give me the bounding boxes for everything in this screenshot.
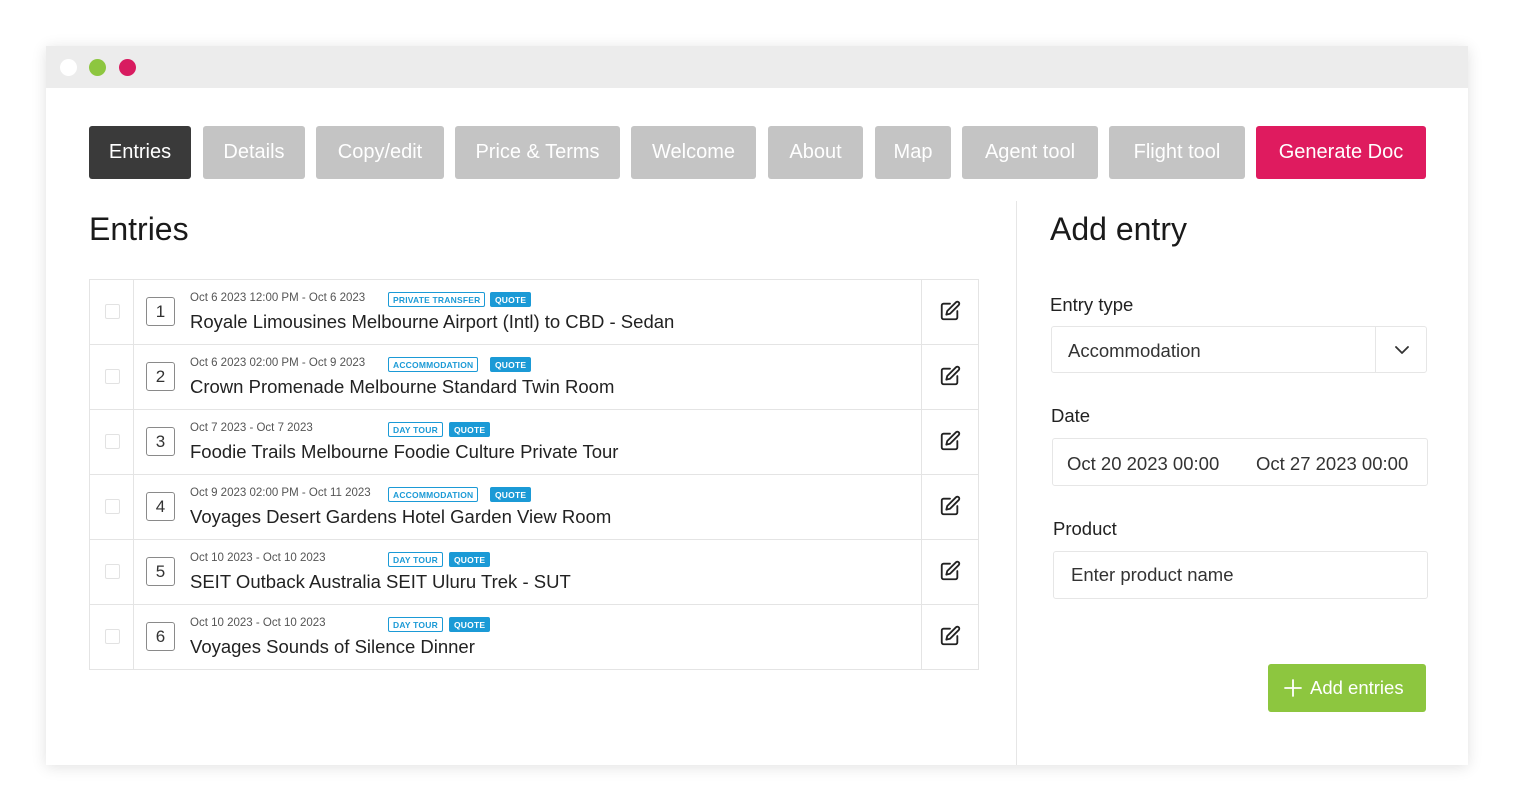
entry-type-badge: DAY TOUR [388, 617, 443, 632]
row-edit-cell [921, 345, 978, 409]
app-window: Entries Details Copy/edit Price & Terms … [46, 46, 1468, 765]
entry-type-value: Accommodation [1068, 340, 1201, 361]
row-edit-cell [921, 280, 978, 344]
row-select-cell [90, 280, 134, 344]
date-start[interactable]: Oct 20 2023 00:00 [1067, 453, 1219, 475]
entry-row[interactable]: 2 Oct 6 2023 02:00 PM - Oct 9 2023 ACCOM… [90, 345, 978, 410]
window-dot-red[interactable] [119, 59, 136, 76]
row-checkbox[interactable] [105, 499, 120, 514]
title-bar [46, 46, 1468, 88]
entry-type-label: Entry type [1050, 294, 1134, 315]
entry-row[interactable]: 5 Oct 10 2023 - Oct 10 2023 DAY TOUR QUO… [90, 540, 978, 605]
entry-date: Oct 9 2023 02:00 PM - Oct 11 2023 [190, 487, 371, 499]
add-entry-heading: Add entry [1050, 211, 1187, 247]
entry-number: 1 [146, 297, 175, 326]
entry-name: Voyages Desert Gardens Hotel Garden View… [190, 506, 612, 527]
entries-heading: Entries [89, 211, 189, 247]
tab-copy-edit[interactable]: Copy/edit [316, 126, 444, 179]
entry-row[interactable]: 3 Oct 7 2023 - Oct 7 2023 DAY TOUR QUOTE… [90, 410, 978, 475]
row-select-cell [90, 475, 134, 539]
tab-agent-tool[interactable]: Agent tool [962, 126, 1098, 179]
edit-icon[interactable] [939, 495, 961, 517]
row-edit-cell [921, 540, 978, 604]
entry-row[interactable]: 4 Oct 9 2023 02:00 PM - Oct 11 2023 ACCO… [90, 475, 978, 540]
entry-name: Voyages Sounds of Silence Dinner [190, 636, 475, 657]
edit-icon[interactable] [939, 430, 961, 452]
entry-status-badge: QUOTE [449, 617, 491, 632]
tab-welcome[interactable]: Welcome [631, 126, 756, 179]
entry-date: Oct 10 2023 - Oct 10 2023 [190, 617, 326, 629]
entry-status-badge: QUOTE [449, 552, 491, 567]
entry-name: SEIT Outback Australia SEIT Uluru Trek -… [190, 571, 571, 592]
row-checkbox[interactable] [105, 564, 120, 579]
tab-entries[interactable]: Entries [89, 126, 191, 179]
entry-type-select[interactable]: Accommodation [1051, 326, 1427, 373]
add-entries-label: Add entries [1310, 677, 1404, 698]
row-checkbox[interactable] [105, 304, 120, 319]
tab-details[interactable]: Details [203, 126, 305, 179]
row-checkbox[interactable] [105, 629, 120, 644]
entry-status-badge: QUOTE [449, 422, 491, 437]
window-dot-green[interactable] [89, 59, 106, 76]
entry-status-badge: QUOTE [490, 357, 532, 372]
panel-divider [1016, 201, 1017, 765]
row-select-cell [90, 540, 134, 604]
edit-icon[interactable] [939, 625, 961, 647]
entry-number: 4 [146, 492, 175, 521]
entry-name: Foodie Trails Melbourne Foodie Culture P… [190, 441, 619, 462]
entry-number: 6 [146, 622, 175, 651]
generate-doc-button[interactable]: Generate Doc [1256, 126, 1426, 179]
window-dot-white[interactable] [60, 59, 77, 76]
product-label: Product [1053, 518, 1117, 539]
entries-table: 1 Oct 6 2023 12:00 PM - Oct 6 2023 PRIVA… [89, 279, 979, 670]
date-label: Date [1051, 405, 1091, 426]
row-checkbox[interactable] [105, 434, 120, 449]
entry-number: 2 [146, 362, 175, 391]
date-range-picker[interactable]: Oct 20 2023 00:00 Oct 27 2023 00:00 [1052, 438, 1428, 486]
entry-type-badge: ACCOMMODATION [388, 487, 479, 502]
entry-date: Oct 10 2023 - Oct 10 2023 [190, 552, 326, 564]
date-end[interactable]: Oct 27 2023 00:00 [1256, 453, 1408, 475]
entry-status-badge: QUOTE [490, 487, 532, 502]
plus-icon [1284, 679, 1302, 697]
edit-icon[interactable] [939, 300, 961, 322]
row-select-cell [90, 345, 134, 409]
add-entries-button[interactable]: Add entries [1268, 664, 1426, 712]
entry-date: Oct 6 2023 02:00 PM - Oct 9 2023 [190, 357, 366, 369]
entry-row[interactable]: 1 Oct 6 2023 12:00 PM - Oct 6 2023 PRIVA… [90, 280, 978, 345]
edit-icon[interactable] [939, 365, 961, 387]
entry-type-badge: DAY TOUR [388, 552, 443, 567]
row-checkbox[interactable] [105, 369, 120, 384]
row-select-cell [90, 605, 134, 669]
entry-name: Crown Promenade Melbourne Standard Twin … [190, 376, 615, 397]
row-edit-cell [921, 605, 978, 669]
product-input[interactable] [1053, 551, 1428, 599]
entry-row[interactable]: 6 Oct 10 2023 - Oct 10 2023 DAY TOUR QUO… [90, 605, 978, 670]
entry-type-badge: ACCOMMODATION [388, 357, 479, 372]
edit-icon[interactable] [939, 560, 961, 582]
entry-date: Oct 7 2023 - Oct 7 2023 [190, 422, 313, 434]
entry-type-badge: DAY TOUR [388, 422, 443, 437]
row-edit-cell [921, 410, 978, 474]
tab-about[interactable]: About [768, 126, 863, 179]
row-select-cell [90, 410, 134, 474]
tab-price-terms[interactable]: Price & Terms [455, 126, 620, 179]
entry-number: 5 [146, 557, 175, 586]
row-edit-cell [921, 475, 978, 539]
entry-date: Oct 6 2023 12:00 PM - Oct 6 2023 [190, 292, 366, 304]
select-separator [1375, 327, 1376, 372]
entry-type-badge: PRIVATE TRANSFER [388, 292, 486, 307]
tab-map[interactable]: Map [875, 126, 951, 179]
chevron-down-icon[interactable] [1394, 342, 1410, 358]
entry-number: 3 [146, 427, 175, 456]
tab-flight-tool[interactable]: Flight tool [1109, 126, 1245, 179]
entry-name: Royale Limousines Melbourne Airport (Int… [190, 311, 675, 332]
entry-status-badge: QUOTE [490, 292, 532, 307]
